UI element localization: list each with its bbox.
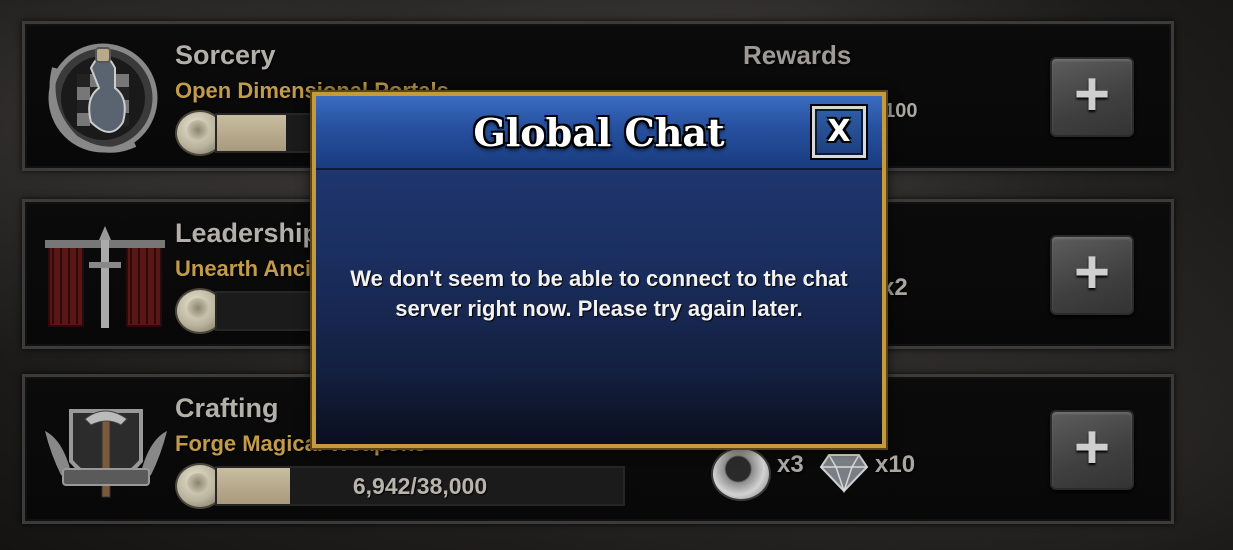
progress-text: 6,942/38,000 — [352, 473, 488, 499]
plus-icon: + — [1073, 60, 1111, 129]
hammer-emblem-icon — [45, 409, 167, 498]
add-button[interactable]: + — [1050, 235, 1134, 315]
close-icon: X — [827, 114, 851, 149]
row-title: Leadership — [175, 218, 320, 248]
close-button[interactable]: X — [810, 104, 868, 160]
reward-gem-quantity: x10 — [875, 451, 916, 478]
dialog-message: We don't seem to be able to connect to t… — [350, 266, 848, 321]
row-title: Crafting — [175, 393, 279, 423]
add-button[interactable]: + — [1050, 410, 1134, 490]
add-button[interactable]: + — [1050, 57, 1134, 137]
banner-emblem-icon — [45, 226, 165, 328]
silver-coin-icon — [711, 447, 771, 501]
dialog-header: Global Chat X — [316, 96, 882, 170]
potion-emblem-icon — [48, 43, 158, 153]
gem-icon — [819, 454, 869, 493]
rewards-label: Rewards — [743, 40, 852, 70]
dialog-title: Global Chat — [473, 110, 725, 155]
progress-bar: 6,942/38,000 — [215, 466, 625, 506]
global-chat-dialog: Global Chat X We don't seem to be able t… — [312, 92, 886, 448]
plus-icon: + — [1073, 238, 1111, 307]
reward-coin-quantity: x3 — [777, 451, 804, 478]
row-title: Sorcery — [175, 40, 276, 70]
plus-icon: + — [1073, 413, 1111, 482]
